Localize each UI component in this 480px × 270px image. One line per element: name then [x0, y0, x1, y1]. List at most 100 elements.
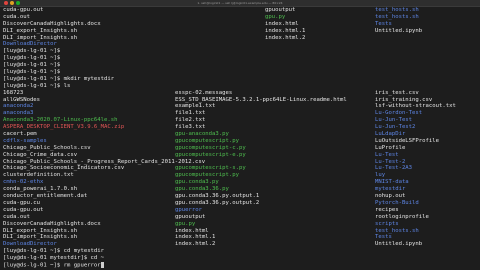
terminal-line: DiscoverCanadaHighlights.docx gpu.py scrip… [3, 221, 477, 228]
directory-entry: scripts [375, 220, 399, 227]
terminal-line: ASPERA_DESKTOP_CLIENT_V3.9.6_MAC.zip file… [3, 124, 477, 131]
text-cursor [100, 261, 104, 268]
file-entry: example1.txt [175, 103, 216, 110]
terminal-line: [luy@ds-lg-01 ~]$ ls [3, 83, 477, 90]
file-entry: 168723 [3, 89, 24, 96]
terminal-line: DLI_import_Insights.sh index.html.1 Tests [3, 234, 477, 241]
file-entry: ESS_STD_BASEIMAGE-5.3.2.1-ppc64LE-Linux.… [175, 96, 347, 103]
terminal-line: DownloadDirector [3, 41, 477, 48]
file-entry: index.html [175, 227, 209, 234]
directory-entry: MNIST-data [375, 179, 409, 186]
file-entry: LuProfile [375, 144, 406, 151]
terminal-line: 168723 esspc-02.messages iris_test.csv [3, 90, 477, 97]
file-entry: Anaconda3-2020.07-Linux-ppc64le.sh [3, 117, 118, 124]
directory-entry: anaconda2 [3, 103, 34, 110]
terminal-line: conductor_entitlement.dat gpu.conda3.36.p… [3, 193, 477, 200]
file-entry: clusterdefinition.txt [3, 172, 74, 179]
file-entry: gpucomputescript-e.py [175, 151, 246, 158]
file-entry: gpu.conda3.36.py.output.1 [175, 193, 260, 200]
terminal-line: Anaconda3-2020.07-Linux-ppc64le.sh file2.… [3, 117, 477, 124]
file-entry: cuda-gpu.out [3, 7, 44, 13]
shell-prompt: [luy@ds-lg-01 ~]$ [3, 55, 61, 62]
file-entry: cacert.pem [3, 131, 37, 138]
directory-entry: luy [375, 172, 386, 179]
terminal-line: Chicago_Socioeconomic_Indicators.csv gpuc… [3, 165, 477, 172]
directory-entry: Tests [375, 234, 392, 241]
file-entry: DiscoverCanadaHighlights.docx [3, 220, 101, 227]
terminal-line: cdflx-samples gpucomputescript.py LuOutsid… [3, 138, 477, 145]
terminal-line: conda_powerai_1.7.0.sh gpu.conda3.36.py my… [3, 186, 477, 193]
shell-prompt: [luy@ds-lg-01 ~]$ [3, 69, 61, 76]
terminal-line: [luy@ds-lg-01 mytestdir]$ cd ~ [3, 255, 477, 262]
file-entry: esspc-02.messages [175, 89, 233, 96]
file-entry: conductor_entitlement.dat [3, 193, 88, 200]
terminal-line: DownloadDirector index.html.2 Untitled.ipy… [3, 241, 477, 248]
terminal-line: Chicago_Public_Schools_-_Progress_Report… [3, 159, 477, 166]
file-entry: gpu.py [265, 13, 286, 20]
file-entry: index.html.2 [175, 241, 216, 248]
file-entry: gpucomputescript.py [175, 172, 239, 179]
terminal-line: anaconda2 example1.txt lsf-without-stracou… [3, 103, 477, 110]
directory-entry: anaconda3 [3, 110, 34, 117]
directory-entry: test_hosts.sh [375, 13, 419, 20]
file-entry: iris_training.csv [375, 96, 433, 103]
file-entry: gpucomputescript-s.py [175, 165, 246, 172]
file-entry: gpu-anaconda3.py [175, 131, 229, 138]
file-entry: gpuoutput [265, 7, 296, 13]
directory-entry: test_hosts.sh [375, 227, 419, 234]
terminal-line: DiscoverCanadaHighlights.docx index.html T… [3, 21, 477, 28]
file-entry: index.html.1 [265, 27, 306, 34]
directory-entry: Lu-Jun-Test2 [375, 124, 416, 131]
shell-prompt: [luy@ds-lg-01 ~]$ rm gpuerror [3, 261, 104, 269]
file-entry: Untitled.ipynb [375, 27, 423, 34]
directory-entry: Lu-Test-2 [375, 158, 406, 165]
terminal-line: Chicago_Public_Schools.csv gpucomputescri… [3, 145, 477, 152]
file-entry: Chicago_Crime_data.csv [3, 151, 78, 158]
file-entry: cuda.out [3, 13, 30, 20]
file-entry: DLI_import_Insights.sh [3, 234, 78, 241]
directory-entry: Lu-Jun-Test [375, 117, 413, 124]
file-entry: LuOutsideLSFProfile [375, 137, 439, 144]
terminal-line: [luy@ds-lg-01 ~]$ cd mytestdir [3, 248, 477, 255]
file-entry: index.html.1 [175, 234, 216, 241]
terminal-line: cuda.out gpuoutput rootloginprofile [3, 214, 477, 221]
file-entry: cuda.out [3, 213, 30, 220]
terminal-line: cuda-gpu.out gpuoutput test_hosts.sh [3, 7, 477, 14]
shell-prompt: [luy@ds-lg-01 ~]$ cd mytestdir [3, 248, 105, 255]
terminal-line: [luy@ds-lg-01 ~]$ [3, 48, 477, 55]
file-entry: gpu.py [175, 220, 196, 227]
file-entry: Untitled.ipynb [375, 241, 423, 248]
directory-entry: gpuerror [175, 206, 202, 213]
file-entry: gpu.conda3.py [175, 179, 219, 186]
terminal-line: [luy@ds-lg-01 ~]$ [3, 55, 477, 62]
terminal-line: [luy@ds-lg-01 ~]$ [3, 69, 477, 76]
terminal-line: [luy@ds-lg-01 ~]$ mkdir mytestdir [3, 76, 477, 83]
shell-prompt: [luy@ds-lg-01 ~]$ mkdir mytestdir [3, 75, 115, 82]
file-entry: lsf-without-stracout.txt [375, 103, 456, 110]
directory-entry: Lu-Test [375, 151, 399, 158]
shell-prompt: [luy@ds-lg-01 ~]$ [3, 48, 61, 55]
directory-entry: test_hosts.sh [375, 7, 419, 13]
terminal-line: allGWSNodes ESS_STD_BASEIMAGE-5.3.2.1-ppc… [3, 97, 477, 104]
file-entry: nohup.out [375, 193, 406, 200]
terminal-line: DLI_export_Insights.sh index.html.1 Untitl… [3, 28, 477, 35]
terminal-line: [luy@ds-lg-01 ~]$ rm gpuerror [3, 261, 477, 269]
directory-entry: Tests [375, 20, 392, 27]
file-entry: rootloginprofile [375, 213, 429, 220]
file-entry: gpu.conda3.36.py [175, 186, 229, 193]
file-entry: DiscoverCanadaHighlights.docx [3, 20, 101, 27]
terminal-line: clusterdefinition.txt gpucomputescript.py… [3, 172, 477, 179]
file-entry: file2.txt [175, 117, 206, 124]
file-entry: gpuoutput [175, 213, 206, 220]
terminal-line: DLI_export_Insights.sh index.html test_hos… [3, 228, 477, 235]
directory-entry: Pytorch-Build [375, 199, 419, 206]
terminal-line: cuda-gpu.cu gpu.conda3.36.py.output.2 Pyto… [3, 200, 477, 207]
file-entry: Chicago_Public_Schools_-_Progress_Report… [3, 158, 206, 165]
terminal-line: cmhn-02-ethx gpu.conda3.py MNIST-data [3, 179, 477, 186]
title-bar: 1. ssh@login01 — ssh lj@login01.example.… [0, 0, 480, 7]
file-entry: gpu.conda3.36.py.output.2 [175, 199, 260, 206]
file-entry: allGWSNodes [3, 96, 41, 103]
terminal-line: DLI_import_Insights.sh index.html.2 [3, 35, 477, 42]
terminal-output[interactable]: cuda-gpu.out gpuoutput test_hosts.sh cuda.o… [3, 7, 477, 270]
window-title: 1. ssh@login01 — ssh lj@login01.example.… [197, 1, 283, 5]
